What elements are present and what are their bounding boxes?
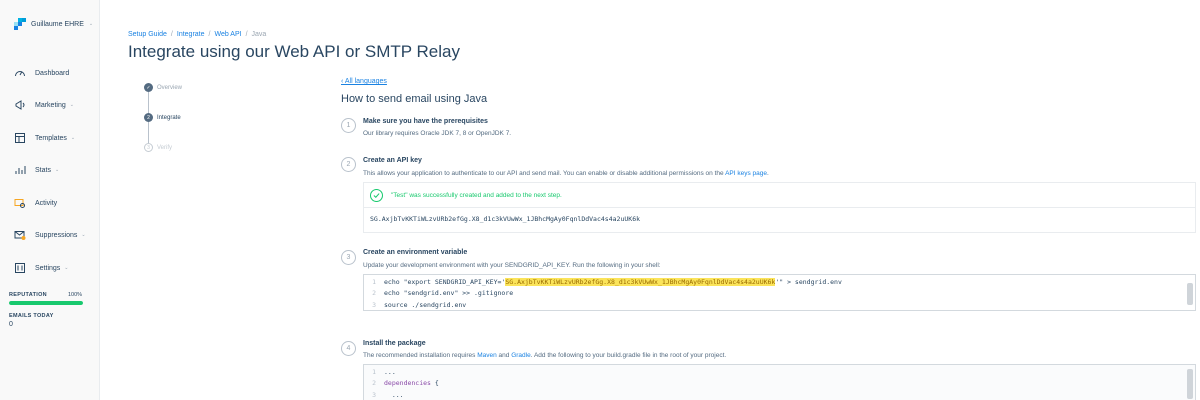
check-circle-icon (370, 189, 383, 202)
scrollbar[interactable] (1187, 369, 1193, 399)
api-key-box: "Test" was successfully created and adde… (363, 182, 1196, 233)
chevron-down-icon: ⌄ (70, 135, 76, 141)
rail-step-label: Integrate (157, 114, 181, 121)
section-title: How to send email using Java (341, 93, 488, 105)
shell-code-block[interactable]: 1 echo "export SENDGRID_API_KEY='SG.Axjb… (363, 274, 1196, 311)
all-languages-link[interactable]: ‹ All languages (341, 78, 387, 85)
emails-today-label: EMAILS TODAY (9, 313, 54, 319)
chevron-down-icon: ⌄ (81, 232, 86, 238)
step-text: This allows your application to authenti… (363, 170, 769, 177)
chevron-down-icon: ⌄ (64, 265, 69, 271)
rail-step-label: Verify (157, 144, 173, 151)
maven-link[interactable]: Maven (477, 352, 497, 359)
sidebar-item-activity[interactable]: Activity (14, 197, 57, 209)
reputation-bar-fill (9, 301, 83, 305)
rail-step-label: Overview (157, 84, 183, 91)
chevron-down-icon: ⌄ (88, 21, 94, 27)
step-number: 2 (341, 157, 356, 172)
reputation-label: REPUTATION (9, 292, 47, 298)
sidebar-item-stats[interactable]: Stats ⌄ (14, 164, 59, 176)
sidebar-item-label: Stats (35, 166, 51, 174)
step-number: 1 (341, 118, 356, 133)
rail-step-number: 3 (144, 143, 153, 152)
settings-icon (15, 263, 25, 273)
step-heading: Create an API key (363, 157, 422, 164)
code-line: 3 ... (372, 390, 404, 399)
sidebar-item-label: Templates (35, 134, 67, 142)
sidebar-item-suppressions[interactable]: Suppressions ⌄ (14, 229, 86, 241)
step-heading: Create an environment variable (363, 249, 468, 256)
page-title: Integrate using our Web API or SMTP Rela… (128, 42, 460, 61)
account-menu[interactable]: Guillaume EHRE ⌄ (14, 18, 93, 30)
sidebar-item-label: Marketing (35, 101, 66, 109)
step-heading: Install the package (363, 340, 426, 347)
stats-icon (15, 166, 26, 174)
chevron-down-icon: ⌄ (69, 102, 74, 108)
sidebar: Guillaume EHRE ⌄ Dashboard Marketing ⌄ T… (0, 0, 100, 400)
step-text: Our library requires Oracle JDK 7, 8 or … (363, 130, 512, 137)
breadcrumb: Setup Guide / Integrate / Web API / Java (128, 31, 267, 38)
rail-step-number: 2 (144, 113, 153, 122)
code-line: 3 source ./sendgrid.env (372, 300, 467, 309)
divider (364, 207, 1195, 208)
marketing-icon (15, 100, 25, 110)
emails-today-value: 0 (9, 321, 13, 328)
sidebar-item-label: Suppressions (35, 231, 78, 239)
rail-step-verify: 3 Verify (144, 143, 172, 152)
breadcrumb-integrate[interactable]: Integrate (177, 31, 205, 38)
success-message: "Test" was successfully created and adde… (370, 189, 562, 202)
api-key-value[interactable]: SG.AxjbTvKKTiWLzvURb2efGg.X8_d1c3kVUwWx_… (370, 215, 640, 223)
step-text: The recommended installation requires Ma… (363, 352, 727, 359)
code-line: 2 dependencies { (372, 379, 439, 388)
gradle-link[interactable]: Gradle (511, 352, 531, 359)
dashboard-icon (15, 71, 25, 77)
step-number: 3 (341, 250, 356, 265)
breadcrumb-web-api[interactable]: Web API (214, 31, 241, 38)
step-text: Update your development environment with… (363, 262, 661, 269)
breadcrumb-setup-guide[interactable]: Setup Guide (128, 31, 167, 38)
sidebar-item-label: Activity (35, 199, 58, 207)
activity-icon (14, 199, 25, 208)
reputation-bar (9, 301, 83, 305)
breadcrumb-java: Java (251, 31, 267, 38)
sidebar-item-marketing[interactable]: Marketing ⌄ (14, 99, 74, 111)
code-line: 1 echo "export SENDGRID_API_KEY='SG.Axjb… (372, 277, 842, 286)
gradle-code-block[interactable]: 1 ... 2 dependencies { 3 ... (363, 364, 1196, 400)
chevron-down-icon: ⌄ (54, 167, 60, 173)
success-text: "Test" was successfully created and adde… (391, 192, 562, 199)
suppressions-icon (14, 231, 26, 240)
reputation-value: 100% (68, 292, 83, 298)
account-name: Guillaume EHRE (31, 20, 84, 28)
sidebar-item-settings[interactable]: Settings ⌄ (14, 262, 69, 274)
rail-step-overview[interactable]: ✓ Overview (144, 83, 182, 92)
sidebar-item-dashboard[interactable]: Dashboard (14, 67, 69, 79)
templates-icon (15, 133, 25, 143)
step-number: 4 (341, 341, 356, 356)
api-keys-page-link[interactable]: API keys page (725, 170, 767, 177)
sidebar-item-label: Dashboard (35, 69, 70, 77)
sendgrid-logo-icon (14, 18, 26, 30)
code-line: 2 echo "sendgrid.env" >> .gitignore (372, 289, 514, 298)
scrollbar[interactable] (1187, 283, 1193, 305)
sidebar-item-label: Settings (35, 264, 61, 272)
step-heading: Make sure you have the prerequisites (363, 118, 488, 125)
check-icon: ✓ (144, 83, 153, 92)
sidebar-item-templates[interactable]: Templates ⌄ (14, 132, 75, 144)
highlighted-api-key: SG.AxjbTvKKTiWLzvURb2efGg.X8_d1c3kVUwWx_… (505, 277, 776, 286)
rail-step-integrate[interactable]: 2 Integrate (144, 113, 181, 122)
code-line: 1 ... (372, 367, 396, 376)
